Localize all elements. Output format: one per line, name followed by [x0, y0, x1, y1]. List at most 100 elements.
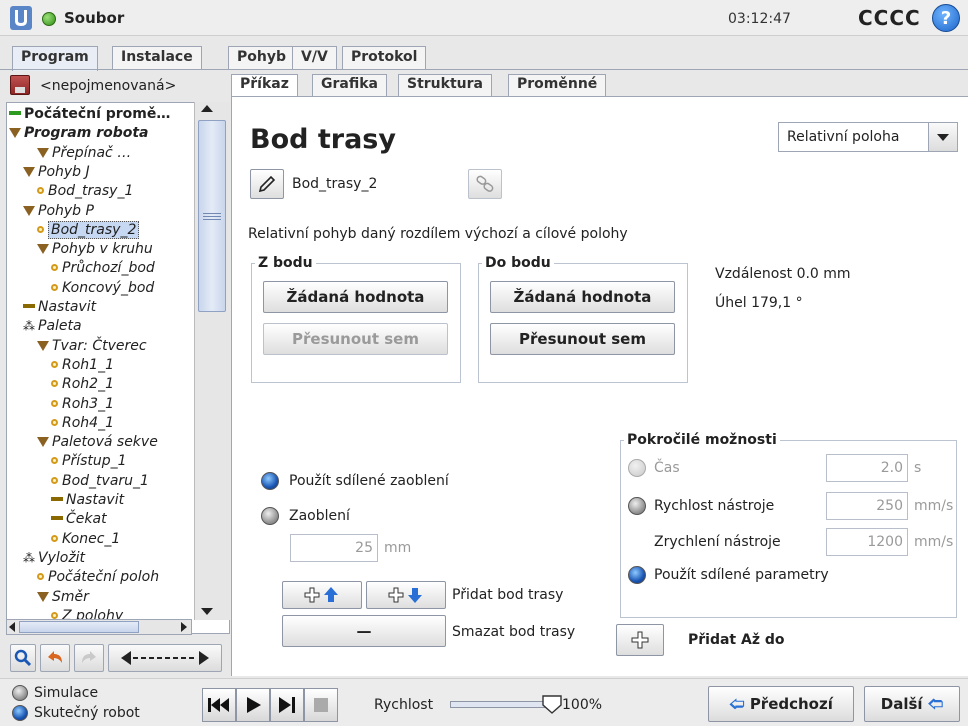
tree-item[interactable]: Program robota	[9, 124, 149, 143]
speed-slider[interactable]	[450, 701, 550, 708]
scroll-down-icon[interactable]	[201, 608, 213, 615]
time-input[interactable]: 2.0	[826, 454, 908, 482]
real-robot-radio[interactable]	[12, 705, 28, 721]
speed-label: Rychlost	[374, 697, 434, 713]
from-set-point-button[interactable]: Žádaná hodnota	[263, 281, 448, 313]
tree-item[interactable]: Počáteční promě…	[9, 105, 170, 124]
link-button[interactable]	[468, 169, 502, 199]
tree-item[interactable]: Koncový_bod	[51, 279, 154, 298]
search-icon[interactable]	[10, 644, 36, 672]
save-icon[interactable]	[10, 75, 30, 95]
tree-item[interactable]: Roh3_1	[51, 395, 114, 414]
rewind-button[interactable]	[202, 688, 236, 722]
tab-command[interactable]: Příkaz	[231, 74, 298, 97]
tool-speed-input[interactable]: 250	[826, 492, 908, 520]
description: Relativní pohyb daný rozdílem výchozí a …	[248, 226, 628, 242]
advanced-options-title: Pokročilé možnosti	[624, 432, 780, 448]
tree-item[interactable]: Přepínač …	[37, 144, 131, 163]
scroll-up-icon[interactable]	[201, 105, 213, 112]
blend-label: Zaoblení	[289, 508, 350, 524]
tree-item[interactable]: Bod_trasy_1	[37, 182, 133, 201]
add-until-button[interactable]	[616, 624, 664, 656]
play-button[interactable]	[236, 688, 270, 722]
undo-icon[interactable]	[40, 644, 70, 672]
tree-item[interactable]: Nastavit	[23, 298, 96, 317]
blend-radius-input[interactable]: 25	[290, 534, 378, 562]
to-move-here-button[interactable]: Přesunout sem	[490, 323, 675, 355]
tree-horizontal-scrollbar[interactable]	[6, 619, 192, 635]
help-icon[interactable]: ?	[932, 4, 960, 32]
waypoint-icon	[51, 611, 58, 619]
add-waypoint-before-button[interactable]	[282, 581, 362, 609]
tab-installation[interactable]: Instalace	[112, 46, 202, 70]
to-set-point-button[interactable]: Žádaná hodnota	[490, 281, 675, 313]
tab-variables[interactable]: Proměnné	[508, 74, 607, 96]
action-icon	[51, 497, 63, 501]
tree-item[interactable]: Roh4_1	[51, 414, 114, 433]
chevron-down-icon[interactable]	[928, 122, 958, 152]
waypoint-name: Bod_trasy_2	[292, 176, 378, 192]
tree-item[interactable]: Tvar: Čtverec	[37, 337, 147, 356]
speed-value: 100%	[562, 697, 603, 713]
rewind-icon	[208, 698, 229, 712]
folder-triangle-icon	[9, 128, 21, 139]
shared-params-radio[interactable]	[628, 566, 646, 584]
tree-item[interactable]: Počáteční poloh	[37, 568, 159, 587]
status-indicator-icon	[42, 12, 56, 26]
tree-item[interactable]: Bod_tvaru_1	[51, 472, 149, 491]
delete-waypoint-button[interactable]: —	[282, 615, 446, 647]
tool-speed-unit: mm/s	[914, 498, 954, 514]
tree-item[interactable]: Přístup_1	[51, 452, 127, 471]
blend-radio[interactable]	[261, 507, 279, 525]
waypoint-icon	[37, 573, 44, 581]
simulation-radio[interactable]	[12, 685, 28, 701]
tree-item[interactable]: Konec_1	[51, 530, 120, 549]
tree-item[interactable]: Průchozí_bod	[51, 259, 155, 278]
next-button[interactable]: Další 🢢	[864, 686, 960, 722]
delete-waypoint-label: Smazat bod trasy	[452, 624, 576, 640]
tree-item[interactable]: Nastavit	[51, 491, 124, 510]
ur-logo-icon	[10, 6, 32, 30]
tab-io[interactable]: V/V	[292, 46, 337, 70]
stop-button[interactable]	[304, 688, 338, 722]
tree-item-label: Přepínač …	[52, 144, 132, 161]
tree-item[interactable]: ⁂ Paleta	[23, 317, 82, 336]
tree-item[interactable]: Roh1_1	[51, 356, 114, 375]
move-node-icon[interactable]	[108, 644, 222, 672]
tree-scroll-thumb[interactable]	[198, 120, 226, 312]
scroll-left-icon[interactable]	[9, 622, 15, 632]
from-move-here-button[interactable]: Přesunout sem	[263, 323, 448, 355]
tree-item[interactable]: Pohyb P	[23, 202, 94, 221]
tree-item[interactable]: Paletová sekve	[37, 433, 158, 452]
step-button[interactable]	[270, 688, 304, 722]
tree-item[interactable]: Směr	[37, 588, 89, 607]
redo-icon[interactable]	[74, 644, 104, 672]
tree-item[interactable]: ⁂ Vyložit	[23, 549, 85, 568]
tree-item[interactable]: Pohyb v kruhu	[37, 240, 153, 259]
tree-item-label: Bod_trasy_1	[48, 183, 134, 200]
blend-shared-radio[interactable]	[261, 472, 279, 490]
tool-speed-label: Rychlost nástroje	[654, 498, 775, 514]
tool-accel-input[interactable]: 1200	[826, 528, 908, 556]
tree-item[interactable]: Čekat	[51, 510, 107, 529]
file-menu[interactable]: Soubor	[64, 9, 124, 27]
tree-item[interactable]: Pohyb J	[23, 163, 90, 182]
add-waypoint-after-button[interactable]	[366, 581, 446, 609]
tool-speed-radio[interactable]	[628, 497, 646, 515]
tree-item[interactable]: Roh2_1	[51, 375, 114, 394]
tab-move[interactable]: Pohyb	[228, 46, 295, 70]
scroll-right-icon[interactable]	[181, 622, 187, 632]
tab-program[interactable]: Program	[12, 46, 98, 71]
rename-button[interactable]	[250, 169, 284, 199]
speed-slider-handle[interactable]	[540, 692, 564, 716]
tab-structure[interactable]: Struktura	[398, 74, 492, 96]
tab-graphics[interactable]: Grafika	[312, 74, 387, 96]
pencil-icon	[258, 175, 276, 193]
plus-up-icon	[304, 587, 338, 603]
tree-item-label: Roh3_1	[62, 395, 114, 412]
horizontal-scroll-thumb[interactable]	[19, 621, 139, 633]
time-radio[interactable]	[628, 459, 646, 477]
tab-log[interactable]: Protokol	[342, 46, 427, 70]
tree-item[interactable]: Bod_trasy_2	[37, 220, 140, 240]
previous-button[interactable]: 🢠 Předchozí	[708, 686, 854, 722]
